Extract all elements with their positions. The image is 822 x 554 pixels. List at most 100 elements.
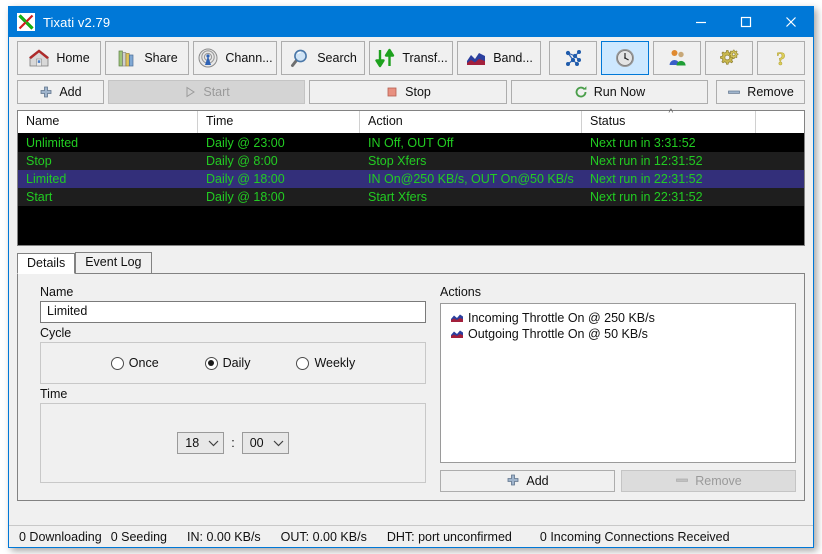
- time-group: 18 : 00: [40, 403, 426, 483]
- add-schedule-button-label: Add: [59, 85, 82, 99]
- toolbar-button-scheduler[interactable]: [601, 41, 649, 75]
- toolbar-button-users[interactable]: [653, 41, 701, 75]
- cell-time: Daily @ 18:00: [206, 172, 285, 186]
- run-now-button[interactable]: Run Now: [510, 80, 709, 104]
- magnifier-icon: [289, 47, 311, 69]
- gears-icon: [718, 47, 740, 69]
- window-controls: [678, 7, 813, 37]
- add-schedule-button[interactable]: Add: [17, 80, 104, 104]
- add-action-button[interactable]: Add: [440, 470, 615, 492]
- minute-select[interactable]: 00: [241, 432, 289, 454]
- start-schedule-button[interactable]: Start: [107, 80, 306, 104]
- toolbar-button-home[interactable]: Home: [17, 41, 101, 75]
- house-icon: [28, 47, 50, 69]
- table-row[interactable]: Start Daily @ 18:00 Start Xfers Next run…: [18, 188, 804, 206]
- up-down-arrows-icon: [374, 47, 396, 69]
- status-seeding: 0 Seeding: [110, 529, 168, 544]
- toolbar-button-bandwidth[interactable]: Band...: [457, 41, 541, 75]
- antenna-icon: [197, 47, 219, 69]
- main-toolbar: Home Share Chann... Search Transf... Ban…: [9, 37, 813, 77]
- column-header-action[interactable]: Action: [360, 111, 582, 133]
- close-button[interactable]: [768, 7, 813, 37]
- toolbar-button-search[interactable]: Search: [281, 41, 365, 75]
- hour-select[interactable]: 18: [177, 432, 225, 454]
- toolbar-button-share-label: Share: [144, 51, 178, 65]
- radio-daily-dot-icon: [204, 356, 218, 370]
- users-icon: [666, 47, 688, 69]
- name-input[interactable]: Limited: [40, 301, 426, 323]
- cell-action: IN Off, OUT Off: [368, 136, 454, 150]
- status-in-rate: IN: 0.00 KB/s: [187, 529, 261, 544]
- minimize-button[interactable]: [678, 7, 723, 37]
- column-header-blank[interactable]: [756, 111, 804, 133]
- screen-root: Tixati v2.79 Home Share Chann... Search …: [0, 0, 822, 554]
- maximize-button[interactable]: [723, 7, 768, 37]
- cell-action: IN On@250 KB/s, OUT On@50 KB/s: [368, 172, 574, 186]
- minute-value: 00: [249, 436, 264, 450]
- plus-icon: [39, 85, 53, 99]
- question-mark-icon: ?: [770, 47, 792, 71]
- actions-button-row: Add Remove: [440, 470, 796, 492]
- toolbar-button-channels[interactable]: Chann...: [193, 41, 277, 75]
- toolbar-button-peers[interactable]: [549, 41, 597, 75]
- column-header-status-label: Status: [590, 114, 626, 128]
- stop-square-icon: [385, 85, 399, 99]
- status-downloading: 0 Downloading: [19, 529, 102, 544]
- status-out-rate: OUT: 0.00 KB/s: [280, 529, 367, 544]
- remove-schedule-button-label: Remove: [747, 85, 794, 99]
- toolbar-button-search-label: Search: [317, 51, 357, 65]
- plus-icon: [506, 473, 520, 490]
- toolbar-button-transfers-label: Transf...: [402, 51, 448, 65]
- radio-once-label: Once: [128, 356, 159, 370]
- toolbar-button-bandwidth-label: Band...: [493, 51, 533, 65]
- column-header-name[interactable]: Name: [18, 111, 198, 133]
- cell-name: Unlimited: [26, 136, 79, 150]
- details-panel: Name Limited Cycle Once Daily Weekly Tim…: [17, 273, 805, 501]
- window-title: Tixati v2.79: [43, 14, 111, 30]
- schedule-table-header: Name Time Action Status ^: [18, 108, 804, 134]
- toolbar-button-home-label: Home: [56, 51, 90, 65]
- stop-schedule-button[interactable]: Stop: [309, 80, 507, 104]
- table-row-selected[interactable]: Limited Daily @ 18:00 IN On@250 KB/s, OU…: [18, 170, 804, 188]
- tixati-x-logo-icon: [17, 13, 35, 31]
- books-icon: [116, 47, 138, 69]
- actions-label: Actions: [440, 285, 481, 299]
- list-item[interactable]: Outgoing Throttle On @ 50 KB/s: [441, 326, 795, 342]
- start-schedule-button-label: Start: [203, 85, 230, 99]
- radio-weekly[interactable]: Weekly: [296, 356, 355, 370]
- play-triangle-icon: [183, 85, 197, 99]
- cell-status: Next run in 12:31:52: [590, 154, 703, 168]
- remove-action-button[interactable]: Remove: [621, 470, 796, 492]
- tab-details[interactable]: Details: [17, 253, 76, 274]
- bandwidth-graph-icon: [450, 312, 464, 324]
- chevron-down-icon: [208, 436, 219, 450]
- actions-list[interactable]: Incoming Throttle On @ 250 KB/s Outgoing…: [440, 303, 796, 463]
- toolbar-button-settings[interactable]: [705, 41, 753, 75]
- radio-daily[interactable]: Daily: [204, 356, 250, 370]
- column-header-status[interactable]: Status ^: [582, 108, 756, 133]
- remove-schedule-button[interactable]: Remove: [716, 80, 805, 104]
- sort-ascending-icon: ^: [668, 108, 674, 119]
- minus-icon: [675, 473, 689, 490]
- toolbar-button-help[interactable]: ?: [757, 41, 805, 75]
- radio-once-dot-icon: [110, 356, 124, 370]
- table-row[interactable]: Stop Daily @ 8:00 Stop Xfers Next run in…: [18, 152, 804, 170]
- radio-once[interactable]: Once: [110, 356, 159, 370]
- toolbar-button-share[interactable]: Share: [105, 41, 189, 75]
- tixati-main-window: Tixati v2.79 Home Share Chann... Search …: [8, 6, 814, 548]
- refresh-icon: [574, 85, 588, 99]
- cycle-group: Once Daily Weekly: [40, 342, 426, 384]
- details-left-column: Name Limited Cycle Once Daily Weekly Tim…: [26, 282, 426, 492]
- toolbar-button-transfers[interactable]: Transf...: [369, 41, 453, 75]
- clock-icon: [614, 47, 636, 69]
- time-group-label: Time: [40, 387, 68, 401]
- column-header-time[interactable]: Time: [198, 111, 360, 133]
- cell-name: Start: [26, 190, 53, 204]
- table-row[interactable]: Unlimited Daily @ 23:00 IN Off, OUT Off …: [18, 134, 804, 152]
- run-now-button-label: Run Now: [593, 85, 646, 99]
- toolbar-button-channels-label: Chann...: [225, 51, 273, 65]
- peers-network-icon: [562, 47, 584, 69]
- actions-column: Actions Incoming Throttle On @ 250 KB/s: [440, 282, 796, 492]
- tab-event-log[interactable]: Event Log: [75, 252, 152, 273]
- list-item[interactable]: Incoming Throttle On @ 250 KB/s: [441, 310, 795, 326]
